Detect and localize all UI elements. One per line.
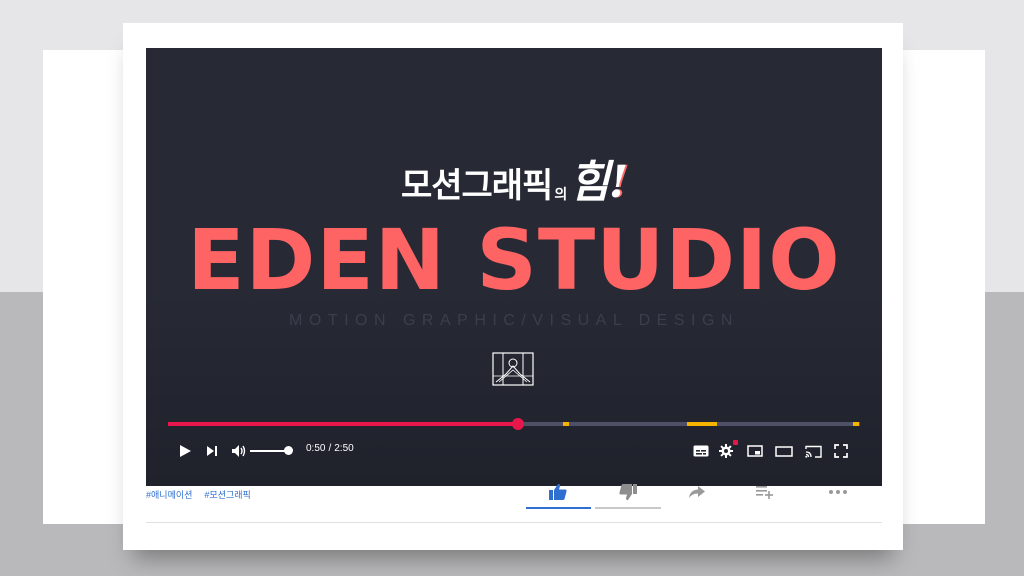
volume-slider[interactable] <box>250 450 288 452</box>
progress-bar[interactable] <box>168 418 860 430</box>
subtitles-icon <box>693 445 709 457</box>
share-button[interactable] <box>665 475 729 509</box>
current-time: 0:50 <box>306 443 326 454</box>
theater-mode-button[interactable] <box>773 442 795 460</box>
video-card: 모션그래픽 의힘! EDEN STUDIO MOTION GRAPHIC/VISU… <box>123 23 903 550</box>
theater-icon <box>775 445 793 457</box>
hd-badge <box>733 440 738 445</box>
cast-button[interactable] <box>802 442 824 460</box>
video-player[interactable]: 모션그래픽 의힘! EDEN STUDIO MOTION GRAPHIC/VISU… <box>146 48 882 486</box>
progress-scrubber[interactable] <box>512 418 525 430</box>
like-active-indicator <box>526 507 591 509</box>
next-icon <box>207 446 217 456</box>
volume-icon <box>232 445 246 457</box>
player-controls: 0:50/2:50 <box>146 433 882 469</box>
hashtag-list: #애니메이션 #모션그래픽 <box>146 488 251 501</box>
video-korean-title: 모션그래픽 의힘! <box>400 157 628 208</box>
settings-icon <box>719 444 733 458</box>
brand-title: EDEN STUDIO <box>187 211 841 309</box>
miniplayer-button[interactable] <box>746 442 764 460</box>
mute-button[interactable] <box>230 442 248 460</box>
divider <box>146 522 882 523</box>
miniplayer-icon <box>747 445 763 457</box>
hashtag-link[interactable]: #모션그래픽 <box>204 488 250 501</box>
fullscreen-button[interactable] <box>831 442 851 460</box>
more-icon <box>829 490 847 494</box>
play-icon <box>180 445 191 457</box>
volume-knob[interactable] <box>284 446 293 455</box>
thumbs-up-icon <box>549 483 567 500</box>
dislike-indicator <box>595 507 661 509</box>
chapter-marker <box>853 422 860 426</box>
next-button[interactable] <box>204 443 220 459</box>
more-actions-button[interactable] <box>806 475 870 509</box>
subtitles-button[interactable] <box>691 442 711 460</box>
fullscreen-icon <box>834 444 848 458</box>
cast-icon <box>804 445 822 458</box>
share-icon <box>689 486 705 498</box>
play-button[interactable] <box>176 442 194 460</box>
progress-played <box>168 422 519 426</box>
chapter-marker <box>687 422 718 426</box>
chapter-marker <box>563 422 570 426</box>
brand-tagline: MOTION GRAPHIC/VISUAL DESIGN <box>289 312 739 329</box>
time-display: 0:50/2:50 <box>306 443 354 454</box>
like-button[interactable] <box>526 475 590 509</box>
playlist-add-icon <box>756 486 773 499</box>
studio-logo-icon <box>492 352 534 386</box>
time-separator: / <box>328 443 332 454</box>
save-to-playlist-button[interactable] <box>733 475 797 509</box>
dislike-button[interactable] <box>596 475 660 509</box>
hashtag-link[interactable]: #애니메이션 <box>146 488 192 501</box>
thumbs-down-icon <box>619 484 637 501</box>
duration: 2:50 <box>334 443 354 454</box>
